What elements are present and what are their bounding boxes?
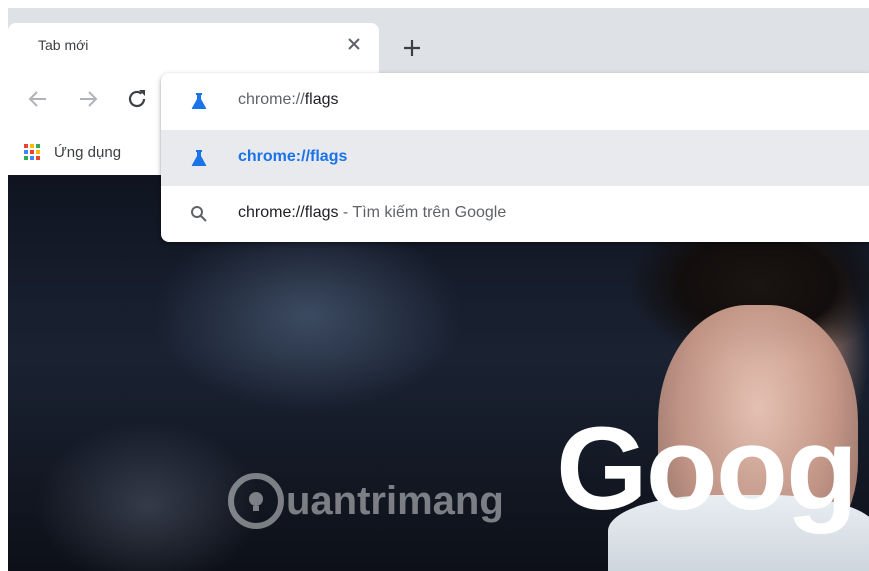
tab-title: Tab mới	[38, 37, 89, 53]
close-icon[interactable]	[343, 33, 365, 55]
reload-icon[interactable]	[125, 87, 149, 111]
flask-icon	[191, 150, 207, 166]
address-typed: flags	[304, 91, 339, 108]
suggestion-suffix: - Tìm kiếm trên Google	[338, 204, 507, 221]
watermark-text: uantrimang	[286, 478, 504, 523]
search-icon	[191, 206, 207, 222]
apps-label: Ứng dụng	[54, 143, 122, 161]
lightbulb-icon	[228, 473, 284, 529]
arrow-left-icon[interactable]	[26, 87, 50, 111]
suggestion-search-google[interactable]: chrome://flags - Tìm kiếm trên Google	[161, 186, 869, 242]
browser-window: Tab mới Ứng dụng uantrimang Goog chrome:…	[8, 8, 869, 571]
suggestion-flags-url[interactable]: chrome://flags	[161, 130, 869, 186]
tab-new-tab[interactable]: Tab mới	[8, 23, 379, 73]
apps-shortcut[interactable]: Ứng dụng	[24, 141, 121, 163]
address-text[interactable]: chrome://flags	[238, 91, 338, 109]
flask-icon	[191, 93, 207, 109]
google-logo: Goog	[556, 403, 858, 535]
suggestion-text: chrome://flags	[238, 148, 348, 165]
suggestion-text: chrome://flags - Tìm kiếm trên Google	[238, 204, 506, 222]
tab-strip: Tab mới	[8, 8, 869, 73]
suggestion-main: chrome://flags	[238, 204, 339, 221]
omnibox-dropdown: chrome://flags chrome://flags chrome://f…	[161, 73, 869, 242]
address-bar-input[interactable]: chrome://flags	[161, 73, 869, 129]
plus-icon[interactable]	[400, 36, 424, 60]
watermark: uantrimang	[228, 473, 504, 529]
address-prefix: chrome://	[238, 91, 305, 108]
apps-grid-icon	[24, 144, 40, 160]
arrow-right-icon[interactable]	[76, 87, 100, 111]
